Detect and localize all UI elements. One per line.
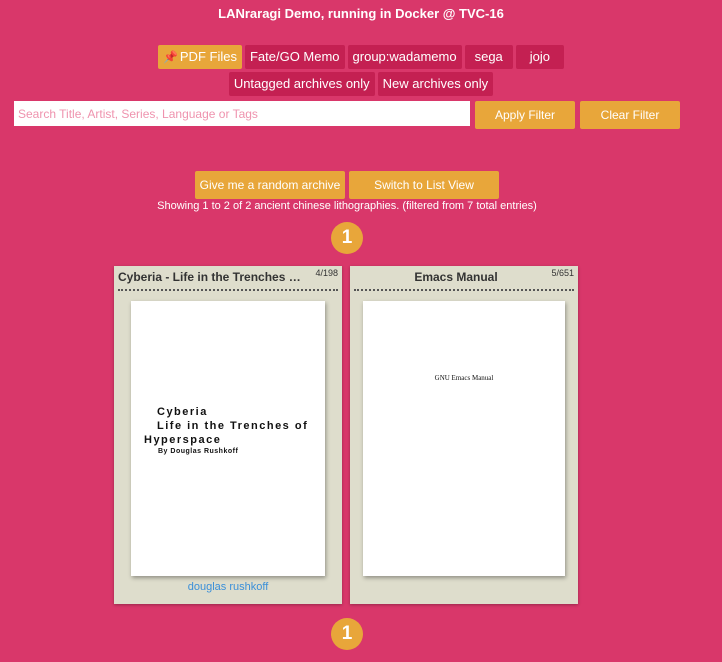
category-bar: 📌 PDF Files Fate/GO Memo group:wadamemo s… (0, 45, 722, 69)
list-view-button[interactable]: Switch to List View (349, 171, 499, 199)
archive-title[interactable]: Emacs Manual (358, 269, 554, 285)
archive-card[interactable]: Emacs Manual 5/651 GNU Emacs Manual (350, 266, 578, 604)
category-sega[interactable]: sega (464, 45, 513, 69)
archive-title[interactable]: Cyberia - Life in the Trenches of Hypers… (118, 269, 308, 285)
clear-filter-button[interactable]: Clear Filter (580, 101, 680, 129)
untagged-archives-button[interactable]: Untagged archives only (228, 72, 375, 96)
archive-page-count: 5/651 (551, 268, 574, 278)
cover-author: By Douglas Rushkoff (158, 448, 239, 455)
category-fate-go-memo[interactable]: Fate/GO Memo (244, 45, 345, 69)
cover-text: Cyberia Life in the Trenches of Hyperspa… (144, 405, 308, 456)
search-row (14, 101, 470, 126)
cover-text: GNU Emacs Manual (434, 374, 494, 382)
category-jojo[interactable]: jojo (515, 45, 565, 69)
cover-line: Cyberia (157, 406, 208, 418)
archive-tag-link[interactable]: douglas rushkoff (114, 581, 342, 593)
divider (118, 289, 338, 291)
results-summary: Showing 1 to 2 of 2 ancient chinese lith… (157, 200, 537, 212)
pagination-page-button[interactable]: 1 (331, 618, 363, 650)
archive-thumbnail[interactable]: GNU Emacs Manual (363, 301, 565, 576)
archive-card[interactable]: Cyberia - Life in the Trenches of Hypers… (114, 266, 342, 604)
category-pdf-files[interactable]: 📌 PDF Files (157, 45, 242, 69)
search-input[interactable] (14, 101, 470, 126)
apply-filter-button[interactable]: Apply Filter (475, 101, 575, 129)
category-group-wadamemo[interactable]: group:wadamemo (347, 45, 462, 69)
filter-bar: Untagged archives only New archives only (0, 72, 722, 96)
cover-line: Life in the Trenches of (157, 420, 309, 432)
new-archives-button[interactable]: New archives only (377, 72, 494, 96)
archive-page-count: 4/198 (315, 268, 338, 278)
category-label: PDF Files (179, 49, 237, 64)
cover-line: Hyperspace (144, 434, 222, 446)
pushpin-icon: 📌 (162, 50, 178, 64)
divider (354, 289, 574, 291)
site-title: LANraragi Demo, running in Docker @ TVC-… (218, 6, 504, 21)
random-archive-button[interactable]: Give me a random archive (195, 171, 345, 199)
archive-thumbnail[interactable]: Cyberia Life in the Trenches of Hyperspa… (131, 301, 325, 576)
pagination-page-button[interactable]: 1 (331, 222, 363, 254)
